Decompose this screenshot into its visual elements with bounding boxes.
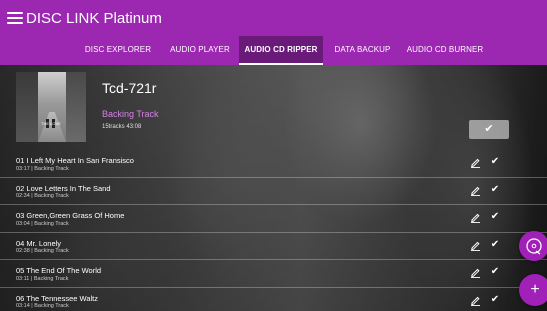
- track-row[interactable]: 05 The End Of The World 03:11 | Backing …: [0, 260, 547, 288]
- album-meta: 15tracks 43:08: [102, 124, 142, 130]
- track-meta: 03:14 | Backing Track: [16, 303, 69, 309]
- check-icon[interactable]: ✔: [489, 211, 501, 223]
- tab-data-backup[interactable]: DATA BACKUP: [325, 36, 400, 65]
- tab-audio-cd-ripper[interactable]: AUDIO CD RIPPER: [239, 36, 323, 65]
- app-toolbar: DISC LINK Platinum DISC EXPLORER AUDIO P…: [0, 0, 547, 65]
- album-cover: THE LOVE: [16, 72, 86, 142]
- pencil-icon[interactable]: [470, 295, 481, 306]
- track-meta: 02:38 | Backing Track: [16, 248, 69, 254]
- track-title: 03 Green,Green Grass Of Home: [16, 211, 125, 220]
- track-list: 01 I Left My Heart In San Fransisco 03:1…: [0, 150, 547, 311]
- track-meta: 03:11 | Backing Track: [16, 275, 69, 282]
- track-meta: 02:34 | Backing Track: [16, 193, 69, 199]
- tab-bar: DISC EXPLORER AUDIO PLAYER AUDIO CD RIPP…: [0, 36, 547, 65]
- tab-audio-cd-burner[interactable]: AUDIO CD BURNER: [400, 36, 490, 65]
- check-icon[interactable]: ✔: [489, 266, 501, 278]
- pencil-icon[interactable]: [470, 157, 481, 168]
- tab-disc-explorer[interactable]: DISC EXPLORER: [72, 36, 164, 65]
- disc-icon: [526, 238, 542, 255]
- track-meta: 03:04 | Backing Track: [16, 220, 69, 227]
- track-row[interactable]: 01 I Left My Heart In San Fransisco 03:1…: [0, 150, 547, 178]
- track-row[interactable]: 04 Mr. Lonely 02:38 | Backing Track ✔: [0, 233, 547, 260]
- pencil-icon[interactable]: [470, 212, 481, 223]
- pencil-icon[interactable]: [470, 240, 481, 251]
- track-title: 01 I Left My Heart In San Fransisco: [16, 156, 134, 165]
- select-all-button[interactable]: ✔: [469, 120, 509, 139]
- check-icon[interactable]: ✔: [489, 156, 501, 168]
- app-title: DISC LINK Platinum: [26, 10, 162, 27]
- check-icon[interactable]: ✔: [489, 294, 501, 306]
- menu-icon[interactable]: [7, 12, 23, 26]
- tab-audio-player[interactable]: AUDIO PLAYER: [164, 36, 236, 65]
- album-title: Tcd-721r: [102, 80, 157, 96]
- track-row[interactable]: 06 The Tennessee Waltz 03:14 | Backing T…: [0, 288, 547, 311]
- check-icon: ✔: [484, 123, 494, 135]
- track-meta: 03:17 | Backing Track: [16, 165, 69, 172]
- track-title: 05 The End Of The World: [16, 266, 102, 275]
- add-button[interactable]: +: [519, 274, 547, 306]
- album-subtitle: Backing Track: [102, 109, 159, 119]
- track-title: 06 The Tennessee Waltz: [16, 293, 98, 303]
- track-row[interactable]: 03 Green,Green Grass Of Home 03:04 | Bac…: [0, 205, 547, 233]
- check-icon[interactable]: ✔: [489, 239, 501, 251]
- track-row[interactable]: 02 Love Letters In The Sand 02:34 | Back…: [0, 178, 547, 205]
- track-title: 04 Mr. Lonely: [16, 238, 62, 248]
- pencil-icon[interactable]: [470, 185, 481, 196]
- check-icon[interactable]: ✔: [489, 184, 501, 196]
- pencil-icon[interactable]: [470, 267, 481, 278]
- plus-icon: +: [530, 281, 540, 298]
- album-panel: THE LOVE Tcd-721r Backing Track 15tracks…: [0, 65, 547, 311]
- track-title: 02 Love Letters In The Sand: [16, 183, 111, 193]
- cover-caption: THE LOVE: [41, 121, 61, 126]
- rip-disc-button[interactable]: [519, 231, 547, 261]
